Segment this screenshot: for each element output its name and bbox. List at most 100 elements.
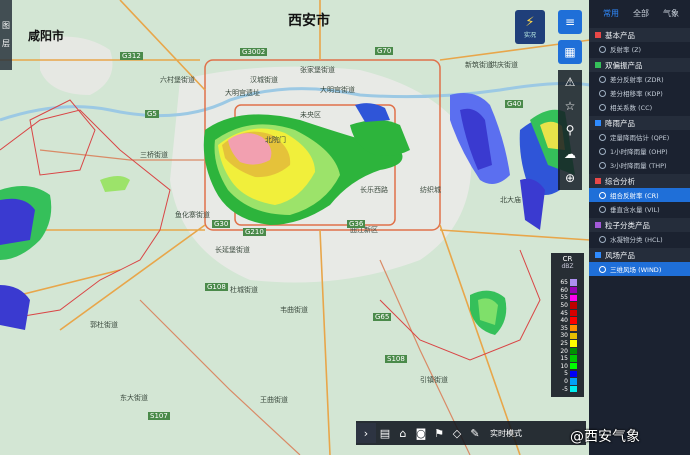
product-label: 三维风场 (WIND) [610,266,662,274]
product-item[interactable]: 垂直含水量 (VIL) [589,202,690,216]
legend-level: 0 [555,378,583,385]
home-icon: ⌂ [399,426,407,440]
product-item-selected[interactable]: 三维风场 (WIND) [589,262,690,276]
road-label: G3002 [240,48,268,56]
product-item[interactable]: 差分反射率 (ZDR) [589,72,690,86]
category-analysis[interactable]: 综合分析 [589,174,690,188]
legend-color-swatch [570,324,577,332]
product-item[interactable]: 水凝物分类 (HCL) [589,232,690,246]
road-label: G312 [120,52,143,60]
road-label: G65 [373,313,392,321]
legend-value: -5 [562,385,568,393]
camera-icon: ◙ [415,426,427,440]
legend-value: 55 [560,294,568,302]
place-label: 汉城街道 [250,76,278,84]
category-rainfall[interactable]: 降雨产品 [589,116,690,130]
radar-site-button[interactable]: ⚠ [558,70,582,94]
legend-color-swatch [570,332,577,340]
category-dual-pol[interactable]: 双偏振产品 [589,58,690,72]
category-basic[interactable]: 基本产品 [589,28,690,42]
category-wind[interactable]: 风场产品 [589,248,690,262]
location-button[interactable]: ⚲ [558,118,582,142]
road-label: G108 [205,283,228,291]
realtime-mode-label[interactable]: 实时模式 [490,428,522,439]
legend-value: 15 [560,355,568,363]
favorite-button[interactable]: ☆ [558,94,582,118]
category-title: 粒子分类产品 [605,220,650,230]
place-label: 三桥街道 [140,151,168,159]
cloud-icon: ☁ [564,147,576,161]
draw-button[interactable]: ✎ [466,423,484,443]
expand-button[interactable]: › [356,423,376,443]
legend-value: 25 [560,339,568,347]
place-label: 张家堡街道 [300,66,335,74]
legend-value: 5 [564,370,568,378]
category-color-icon [595,120,601,126]
category-color-icon [595,62,601,68]
category-title: 降雨产品 [605,118,635,128]
grid-icon: ▦ [564,45,576,59]
weather-button[interactable]: ☁ [558,142,582,166]
legend-level: 50 [555,302,583,309]
legend-title: CR [562,255,573,263]
product-item[interactable]: 1小时降雨量 (OHP) [589,144,690,158]
legend-color-swatch [570,309,577,317]
category-color-icon [595,178,601,184]
product-item[interactable]: 反射率 (Z) [589,42,690,56]
star-icon: ☆ [564,99,576,113]
product-label: 1小时降雨量 (OHP) [610,148,668,156]
product-icon [599,103,606,111]
product-item-selected[interactable]: 组合反射率 (CR) [589,188,690,202]
city-label-xian: 西安市 [288,13,330,29]
product-icon [599,133,606,141]
road-label: G36 [347,220,366,228]
place-label: 东大街道 [120,394,148,402]
legend-color-swatch [570,302,577,309]
product-label: 差分反射率 (ZDR) [610,76,664,84]
product-item[interactable]: 定量降雨估计 (QPE) [589,130,690,144]
legend-color-swatch [570,279,577,286]
category-title: 基本产品 [605,30,635,40]
place-label: 韦曲街道 [280,306,308,314]
tab-weather[interactable]: 气象 [663,8,679,19]
place-label: 郭杜街道 [90,321,118,329]
left-collapsed-panel[interactable]: 图 层 [0,0,12,70]
live-radar-button[interactable]: ⚡ 实况 [515,10,545,44]
chart-button[interactable]: ▤ [376,423,394,443]
road-label: G30 [212,220,231,228]
legend-level: 15 [555,355,583,362]
product-icon [599,89,606,97]
legend-level: 5 [555,370,583,377]
screenshot-button[interactable]: ◙ [412,423,430,443]
grid-button[interactable]: ▦ [558,40,582,64]
place-label: 新筑街道 [465,61,493,69]
tab-common[interactable]: 常用 [603,8,619,19]
category-title: 风场产品 [605,250,635,260]
place-label: 长延堡街道 [215,246,250,254]
flag-button[interactable]: ⚑ [430,423,448,443]
legend-unit: dBZ [561,263,574,270]
layers-button[interactable]: ≡ [558,10,582,34]
locate-button[interactable]: ⊕ [558,166,582,190]
home-button[interactable]: ⌂ [394,423,412,443]
radar-map[interactable] [0,0,690,455]
chevron-right-icon: › [363,426,369,440]
shape-button[interactable]: ◇ [448,423,466,443]
product-label: 3小时降雨量 (THP) [610,162,667,170]
product-label: 垂直含水量 (VIL) [610,206,660,214]
legend-value: 20 [560,347,568,355]
tab-all[interactable]: 全部 [633,8,649,19]
product-label: 组合反射率 (CR) [610,192,659,200]
left-panel-text: 图 [2,21,10,30]
place-label: 未央区 [300,111,321,119]
flag-icon: ⚑ [434,426,444,440]
category-particle[interactable]: 粒子分类产品 [589,218,690,232]
legend-level: 40 [555,317,583,324]
place-label: 纺织城 [420,186,441,194]
product-item[interactable]: 3小时降雨量 (THP) [589,158,690,172]
legend-value: 40 [560,317,568,325]
product-item[interactable]: 差分相移率 (KDP) [589,86,690,100]
product-item[interactable]: 相关系数 (CC) [589,100,690,114]
product-icon [599,45,606,53]
product-icon [599,205,606,213]
